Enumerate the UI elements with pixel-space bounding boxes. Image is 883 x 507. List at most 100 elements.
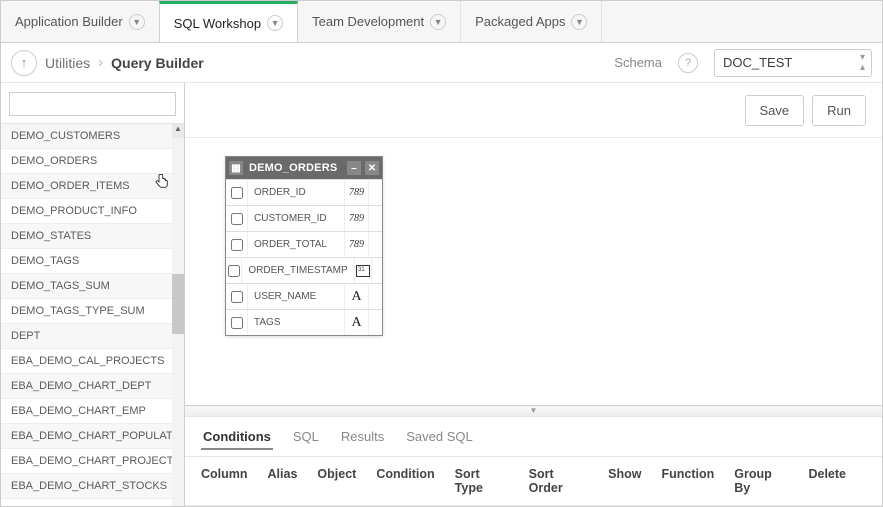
column-menu[interactable] — [368, 310, 382, 335]
object-list: ▲ DEMO_CUSTOMERSDEMO_ORDERSDEMO_ORDER_IT… — [1, 124, 184, 506]
close-icon[interactable]: ✕ — [365, 161, 379, 175]
action-bar: Save Run — [185, 83, 882, 138]
chevron-down-icon[interactable]: ▼ — [129, 14, 145, 30]
column-checkbox[interactable] — [228, 265, 240, 277]
object-item[interactable]: DEMO_TAGS_SUM — [1, 274, 184, 299]
column-checkbox[interactable] — [231, 291, 243, 303]
table-column-row[interactable]: CUSTOMER_ID789 — [226, 205, 382, 231]
tab-sql[interactable]: SQL — [291, 425, 321, 450]
object-item[interactable]: EBA_DEMO_CAL_PROJECTS — [1, 349, 184, 374]
table-column-row[interactable]: ORDER_TOTAL789 — [226, 231, 382, 257]
conditions-col-header: Condition — [376, 467, 454, 495]
datatype-icon — [354, 258, 372, 283]
schema-select[interactable]: DOC_TEST ▾▴ — [714, 49, 872, 77]
chevron-right-icon: › — [98, 54, 103, 71]
tab-packaged-apps[interactable]: Packaged Apps ▼ — [461, 1, 602, 42]
table-column-row[interactable]: TAGSA — [226, 309, 382, 335]
datatype-icon: 789 — [344, 206, 368, 231]
conditions-col-header: Sort Type — [455, 467, 529, 495]
conditions-col-header: Object — [317, 467, 376, 495]
conditions-col-header: Group By — [734, 467, 808, 495]
column-menu[interactable] — [368, 284, 382, 309]
object-item[interactable]: DEMO_CUSTOMERS — [1, 124, 184, 149]
tab-label: SQL Workshop — [174, 16, 261, 31]
tab-application-builder[interactable]: Application Builder ▼ — [1, 1, 160, 42]
conditions-col-header: Show — [608, 467, 661, 495]
tab-team-development[interactable]: Team Development ▼ — [298, 1, 461, 42]
tab-conditions[interactable]: Conditions — [201, 425, 273, 450]
minimize-icon[interactable]: – — [347, 161, 361, 175]
object-item[interactable]: EBA_DEMO_CHART_STOCKS — [1, 474, 184, 499]
column-checkbox[interactable] — [231, 213, 243, 225]
chevron-down-icon[interactable]: ▼ — [571, 14, 587, 30]
object-item[interactable]: DEPT — [1, 324, 184, 349]
object-item[interactable]: EBA_DEMO_CHART_PROJECTS — [1, 449, 184, 474]
conditions-col-header: Function — [662, 467, 735, 495]
column-menu[interactable] — [368, 232, 382, 257]
save-button[interactable]: Save — [745, 95, 805, 126]
datatype-icon: A — [344, 284, 368, 309]
tab-sql-workshop[interactable]: SQL Workshop ▼ — [159, 1, 298, 42]
table-column-row[interactable]: ORDER_ID789 — [226, 179, 382, 205]
conditions-col-header: Sort Order — [529, 467, 609, 495]
chevron-down-icon[interactable]: ▼ — [430, 14, 446, 30]
table-icon: ▦ — [229, 161, 243, 175]
conditions-header-row: ColumnAliasObjectConditionSort TypeSort … — [185, 457, 882, 506]
object-sidebar: ▲ DEMO_CUSTOMERSDEMO_ORDERSDEMO_ORDER_IT… — [1, 83, 185, 506]
datatype-icon: 789 — [344, 232, 368, 257]
table-panel-title: DEMO_ORDERS — [247, 162, 343, 174]
column-name: ORDER_TOTAL — [248, 239, 344, 250]
column-menu[interactable] — [368, 180, 382, 205]
select-caret-icon: ▾▴ — [860, 53, 865, 73]
tab-label: Packaged Apps — [475, 14, 565, 29]
conditions-col-header: Delete — [808, 467, 866, 495]
run-button[interactable]: Run — [812, 95, 866, 126]
object-item[interactable]: DEMO_ORDER_ITEMS — [1, 174, 184, 199]
column-menu[interactable] — [371, 258, 382, 283]
column-name: TAGS — [248, 317, 344, 328]
breadcrumb-utilities[interactable]: Utilities — [45, 55, 90, 71]
design-area[interactable]: ▦ DEMO_ORDERS – ✕ ORDER_ID789CUSTOMER_ID… — [185, 138, 882, 405]
table-column-row[interactable]: USER_NAMEA — [226, 283, 382, 309]
scrollbar-thumb[interactable] — [172, 274, 184, 334]
object-item[interactable]: EBA_DEMO_CHART_EMP — [1, 399, 184, 424]
tab-saved-sql[interactable]: Saved SQL — [404, 425, 475, 450]
column-checkbox[interactable] — [231, 187, 243, 199]
object-search-input[interactable] — [9, 92, 176, 116]
chevron-down-icon[interactable]: ▼ — [267, 15, 283, 31]
column-name: CUSTOMER_ID — [248, 213, 344, 224]
tab-label: Application Builder — [15, 14, 123, 29]
canvas: Save Run ▦ DEMO_ORDERS – ✕ ORDER_ID789CU… — [185, 83, 882, 506]
object-item[interactable]: EBA_DEMO_CHART_DEPT — [1, 374, 184, 399]
object-item[interactable]: DEMO_PRODUCT_INFO — [1, 199, 184, 224]
datatype-icon: 789 — [344, 180, 368, 205]
column-checkbox[interactable] — [231, 317, 243, 329]
object-item[interactable]: EBA_DEMO_CHART_POPULATION — [1, 424, 184, 449]
arrow-up-icon: ↑ — [21, 55, 28, 70]
splitter-handle[interactable] — [185, 405, 882, 417]
results-tab-bar: Conditions SQL Results Saved SQL — [185, 417, 882, 457]
conditions-col-header: Column — [201, 467, 268, 495]
conditions-col-header: Alias — [268, 467, 318, 495]
object-item[interactable]: DEMO_TAGS_TYPE_SUM — [1, 299, 184, 324]
object-item[interactable]: DEMO_ORDERS — [1, 149, 184, 174]
top-tab-bar: Application Builder ▼ SQL Workshop ▼ Tea… — [1, 1, 882, 43]
schema-value: DOC_TEST — [723, 55, 792, 70]
datatype-icon: A — [344, 310, 368, 335]
help-icon[interactable]: ? — [678, 53, 698, 73]
tab-label: Team Development — [312, 14, 424, 29]
breadcrumb-query-builder: Query Builder — [111, 55, 204, 71]
scroll-up-button[interactable]: ▲ — [172, 124, 184, 138]
column-name: ORDER_TIMESTAMP — [242, 265, 353, 276]
table-panel-demo-orders[interactable]: ▦ DEMO_ORDERS – ✕ ORDER_ID789CUSTOMER_ID… — [225, 156, 383, 336]
object-item[interactable]: DEMO_TAGS — [1, 249, 184, 274]
column-checkbox[interactable] — [231, 239, 243, 251]
main-area: ▲ DEMO_CUSTOMERSDEMO_ORDERSDEMO_ORDER_IT… — [1, 83, 882, 506]
table-panel-header[interactable]: ▦ DEMO_ORDERS – ✕ — [226, 157, 382, 179]
column-name: USER_NAME — [248, 291, 344, 302]
up-button[interactable]: ↑ — [11, 50, 37, 76]
tab-results[interactable]: Results — [339, 425, 386, 450]
column-menu[interactable] — [368, 206, 382, 231]
table-column-row[interactable]: ORDER_TIMESTAMP — [226, 257, 382, 283]
object-item[interactable]: DEMO_STATES — [1, 224, 184, 249]
